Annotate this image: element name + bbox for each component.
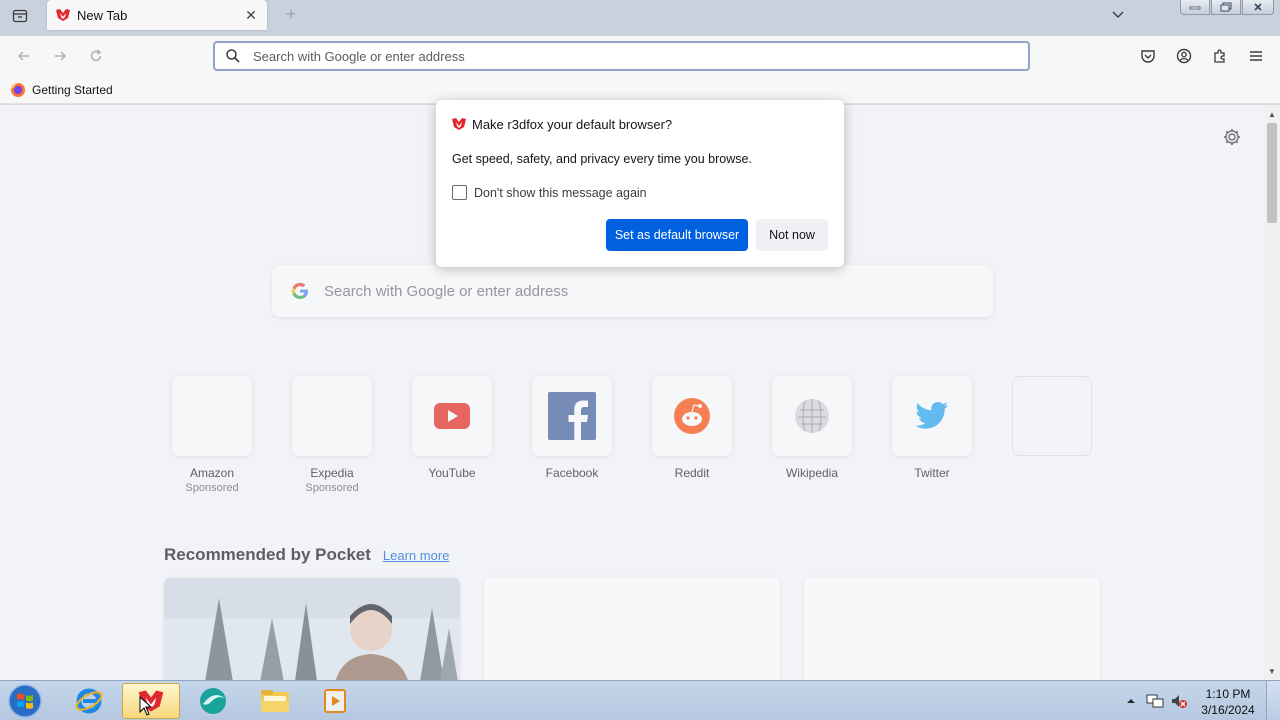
- address-bar[interactable]: [213, 41, 1030, 71]
- volume-muted-icon: [1172, 695, 1187, 708]
- start-button[interactable]: [6, 683, 44, 719]
- close-tab-icon[interactable]: ✕: [239, 3, 263, 27]
- network-tray-button[interactable]: [1144, 691, 1166, 711]
- taskbar-media-player[interactable]: [306, 683, 364, 719]
- extensions-button[interactable]: [1208, 44, 1232, 68]
- checkbox-box[interactable]: [452, 185, 467, 200]
- minimize-button[interactable]: [1180, 0, 1210, 15]
- list-all-tabs-button[interactable]: [1108, 4, 1128, 24]
- dont-show-again-checkbox[interactable]: Don't show this message again: [452, 185, 647, 200]
- r3dfox-icon: [56, 9, 70, 21]
- chevron-down-icon: [1112, 11, 1124, 18]
- tab-title: New Tab: [77, 7, 128, 23]
- dialog-header: Make r3dfox your default browser?: [451, 116, 672, 132]
- chevron-up-icon: [1127, 699, 1135, 703]
- minimize-icon: [1189, 6, 1201, 10]
- scrollbar-thumb[interactable]: [1267, 123, 1277, 223]
- clock-time: 1:10 PM: [1205, 687, 1251, 701]
- tab-new-tab[interactable]: New Tab ✕: [47, 0, 267, 30]
- default-browser-dialog: Make r3dfox your default browser? Get sp…: [436, 100, 844, 267]
- taskbar-internet-explorer[interactable]: [60, 683, 118, 719]
- restore-icon: [1220, 2, 1232, 12]
- hamburger-menu-icon: [1250, 51, 1262, 61]
- taskbar-file-explorer[interactable]: [246, 683, 304, 719]
- address-input[interactable]: [253, 48, 973, 64]
- account-icon: [1176, 48, 1192, 64]
- firefox-view-icon: [12, 9, 28, 23]
- firefox-view-button[interactable]: [10, 6, 30, 26]
- close-window-button[interactable]: [1242, 0, 1274, 15]
- clock-date: 3/16/2024: [1201, 703, 1255, 717]
- scroll-down-icon[interactable]: ▼: [1264, 664, 1280, 678]
- not-now-button[interactable]: Not now: [756, 219, 828, 251]
- new-tab-button[interactable]: +: [282, 4, 300, 24]
- arrow-right-icon: [55, 51, 67, 61]
- scroll-up-icon[interactable]: ▲: [1264, 107, 1280, 121]
- search-icon: [226, 49, 240, 63]
- internet-explorer-icon: [75, 688, 103, 714]
- taskbar: 1:10 PM 3/16/2024: [0, 680, 1280, 720]
- mouse-cursor-icon: [139, 696, 153, 716]
- bookmark-label: Getting Started: [32, 83, 113, 97]
- taskbar-r3dfox[interactable]: [122, 683, 180, 719]
- reload-icon: [90, 49, 102, 62]
- windows-start-icon: [8, 684, 42, 718]
- account-button[interactable]: [1172, 44, 1196, 68]
- pocket-icon: [1141, 50, 1155, 63]
- navigation-toolbar: [0, 36, 1280, 76]
- pocket-button[interactable]: [1136, 44, 1160, 68]
- show-desktop-button[interactable]: [1266, 681, 1280, 720]
- r3dfox-icon: [452, 118, 466, 130]
- puzzle-icon: [1214, 49, 1225, 63]
- menu-button[interactable]: [1244, 44, 1268, 68]
- system-tray: [1120, 681, 1192, 720]
- volume-tray-button[interactable]: [1168, 691, 1190, 711]
- firefox-icon: [11, 83, 25, 97]
- folder-icon: [261, 690, 289, 712]
- vertical-scrollbar[interactable]: ▲ ▼: [1264, 105, 1280, 680]
- taskbar-green-browser[interactable]: [184, 683, 242, 719]
- arrow-left-icon: [17, 51, 29, 61]
- reload-button[interactable]: [84, 44, 108, 68]
- restore-button[interactable]: [1211, 0, 1241, 15]
- taskbar-clock[interactable]: 1:10 PM 3/16/2024: [1196, 686, 1260, 718]
- forward-button[interactable]: [48, 44, 72, 68]
- network-icon: [1146, 694, 1164, 708]
- green-globe-icon: [200, 688, 226, 714]
- close-icon: [1254, 3, 1262, 11]
- dialog-title: Make r3dfox your default browser?: [472, 116, 673, 132]
- media-player-icon: [324, 689, 346, 713]
- checkbox-label[interactable]: Don't show this message again: [474, 186, 647, 200]
- back-button[interactable]: [12, 44, 36, 68]
- show-hidden-icons[interactable]: [1120, 691, 1142, 711]
- tab-strip: New Tab ✕ +: [0, 0, 1280, 36]
- set-default-browser-button[interactable]: Set as default browser: [606, 219, 748, 251]
- dialog-message: Get speed, safety, and privacy every tim…: [452, 152, 752, 166]
- bookmark-getting-started[interactable]: Getting Started: [10, 81, 113, 99]
